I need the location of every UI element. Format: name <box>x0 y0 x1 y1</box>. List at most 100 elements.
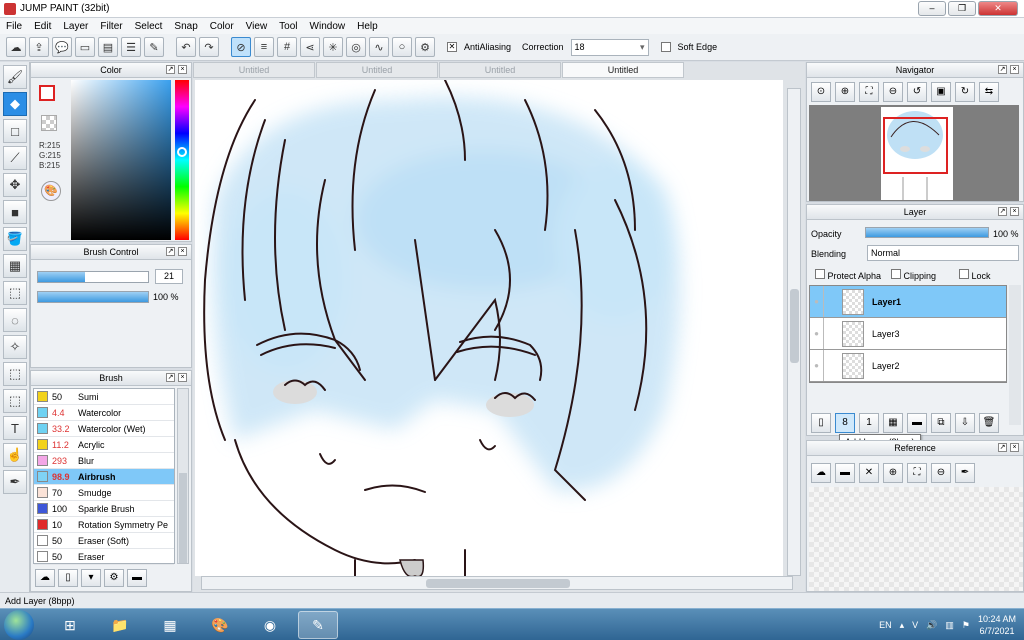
menu-color[interactable]: Color <box>210 21 234 32</box>
duplicate-layer-icon[interactable]: ⧉ <box>931 413 951 433</box>
fit-window-icon[interactable]: ⛶ <box>859 82 879 102</box>
panel-close-icon[interactable]: × <box>1010 207 1019 216</box>
brush-size-slider[interactable] <box>37 271 149 283</box>
lock-checkbox[interactable] <box>959 269 969 279</box>
shape-tool-icon[interactable]: □ <box>3 119 27 143</box>
share-icon[interactable]: ⇪ <box>29 37 49 57</box>
lock-option[interactable]: Lock <box>959 269 991 281</box>
layer-list-scrollbar[interactable] <box>1009 285 1021 425</box>
panel-close-icon[interactable]: × <box>178 373 187 382</box>
snap-off-icon[interactable]: ⊘ <box>231 37 251 57</box>
open-folder-icon[interactable]: ▬ <box>835 463 855 483</box>
brush-download-icon[interactable]: ☁ <box>35 569 55 587</box>
close-button[interactable]: ✕ <box>978 1 1018 16</box>
drawing-canvas[interactable] <box>195 80 783 576</box>
comment-icon[interactable]: 💬 <box>52 37 72 57</box>
visibility-icon[interactable]: ● <box>810 286 824 317</box>
menu-tool[interactable]: Tool <box>279 21 297 32</box>
calculator-icon[interactable]: ▦ <box>150 611 190 639</box>
add-layer-1bpp-icon[interactable]: 1 <box>859 413 879 433</box>
edit-list-icon[interactable]: ✎ <box>144 37 164 57</box>
canvas-horizontal-scrollbar[interactable] <box>201 576 793 590</box>
protect-alpha-checkbox[interactable] <box>815 269 825 279</box>
antialias-checkbox[interactable]: ✕ <box>447 42 457 52</box>
document-tab-active[interactable]: Untitled <box>562 62 684 78</box>
navigator-preview[interactable] <box>809 105 1019 201</box>
zoom-in-icon[interactable]: ⊕ <box>883 463 903 483</box>
brush-item[interactable]: 11.2 Acrylic <box>34 437 174 453</box>
delete-layer-icon[interactable]: 🗑 <box>979 413 999 433</box>
menu-layer[interactable]: Layer <box>63 21 88 32</box>
brush-item[interactable]: 293 Blur <box>34 453 174 469</box>
flip-icon[interactable]: ⇆ <box>979 82 999 102</box>
layer-row[interactable]: ● Layer2 <box>810 350 1006 382</box>
panel-float-icon[interactable]: ↗ <box>998 65 1007 74</box>
panel-close-icon[interactable]: × <box>1010 65 1019 74</box>
brush-item[interactable]: 100 Sparkle Brush <box>34 501 174 517</box>
panel-float-icon[interactable]: ↗ <box>998 443 1007 452</box>
rotate-right-icon[interactable]: ↻ <box>955 82 975 102</box>
brush-tool-icon[interactable]: 🖌 <box>3 65 27 89</box>
eyedropper-tool-icon[interactable]: ✒ <box>3 470 27 494</box>
layer-row-selected[interactable]: ● Layer1 <box>810 286 1006 318</box>
menu-file[interactable]: File <box>6 21 22 32</box>
brush-settings-icon[interactable]: ⚙ <box>104 569 124 587</box>
panel-float-icon[interactable]: ↗ <box>166 65 175 74</box>
reset-view-icon[interactable]: ▣ <box>931 82 951 102</box>
rect-select-icon[interactable]: ⬚ <box>3 281 27 305</box>
select-pen-icon[interactable]: ⬚ <box>3 362 27 386</box>
minimize-button[interactable]: ‒ <box>918 1 946 16</box>
document-tab[interactable]: Untitled <box>439 62 561 78</box>
blending-dropdown[interactable]: Normal <box>867 245 1019 261</box>
jump-paint-taskbar-icon[interactable]: ✎ <box>298 611 338 639</box>
palette-icon[interactable]: 🎨 <box>41 181 61 201</box>
correction-dropdown[interactable]: 18 <box>570 38 649 56</box>
close-reference-icon[interactable]: ✕ <box>859 463 879 483</box>
concentric-icon[interactable]: ◎ <box>346 37 366 57</box>
menu-view[interactable]: View <box>246 21 268 32</box>
panel-float-icon[interactable]: ↗ <box>166 373 175 382</box>
layer-row[interactable]: ● Layer3 <box>810 318 1006 350</box>
visibility-icon[interactable]: ● <box>810 318 824 349</box>
new-brush-icon[interactable]: ▯ <box>58 569 78 587</box>
brush-opacity-slider[interactable] <box>37 291 149 303</box>
navigator-view-rect[interactable] <box>883 117 948 174</box>
transparent-swatch[interactable] <box>41 115 57 131</box>
paint-app-icon[interactable]: 🎨 <box>200 611 240 639</box>
layer-folder-icon[interactable]: ▬ <box>907 413 927 433</box>
cloud-icon[interactable]: ☁ <box>6 37 26 57</box>
fill-rect-tool-icon[interactable]: ■ <box>3 200 27 224</box>
panel-close-icon[interactable]: × <box>178 247 187 256</box>
add-layer-8bpp-icon[interactable]: 8 <box>835 413 855 433</box>
maximize-button[interactable]: ❐ <box>948 1 976 16</box>
brush-item[interactable]: 10 Rotation Symmetry Pe <box>34 517 174 533</box>
zoom-out-icon[interactable]: ⊖ <box>883 82 903 102</box>
undo-icon[interactable]: ↶ <box>176 37 196 57</box>
magic-wand-icon[interactable]: ✧ <box>3 335 27 359</box>
network-app-icon[interactable]: ⊞ <box>50 611 90 639</box>
menu-help[interactable]: Help <box>357 21 378 32</box>
brush-menu-icon[interactable]: ▾ <box>81 569 101 587</box>
folder-icon[interactable]: ▬ <box>127 569 147 587</box>
tray-arrow-icon[interactable]: ▴ <box>900 620 905 631</box>
panel-close-icon[interactable]: × <box>1010 443 1019 452</box>
curve-icon[interactable]: ∿ <box>369 37 389 57</box>
text-tool-icon[interactable]: T <box>3 416 27 440</box>
scroll-thumb[interactable] <box>179 473 187 563</box>
visibility-icon[interactable]: ● <box>810 350 824 381</box>
file-explorer-icon[interactable]: 📁 <box>100 611 140 639</box>
panel-float-icon[interactable]: ↗ <box>998 207 1007 216</box>
scroll-thumb[interactable] <box>426 579 570 588</box>
hue-knob[interactable] <box>177 147 187 157</box>
brush-item[interactable]: 50 Eraser (Soft) <box>34 533 174 549</box>
foreground-color-swatch[interactable] <box>39 85 55 101</box>
start-button[interactable] <box>4 610 34 640</box>
antivirus-icon[interactable]: V <box>912 620 918 630</box>
menu-select[interactable]: Select <box>135 21 163 32</box>
brush-item[interactable]: 50 Sumi <box>34 389 174 405</box>
brush-list-scrollbar[interactable] <box>177 388 189 564</box>
zoom-100-icon[interactable]: ⊙ <box>811 82 831 102</box>
move-tool-icon[interactable]: ✥ <box>3 173 27 197</box>
document-icon[interactable]: ▤ <box>98 37 118 57</box>
brush-item[interactable]: 70 Smudge <box>34 485 174 501</box>
